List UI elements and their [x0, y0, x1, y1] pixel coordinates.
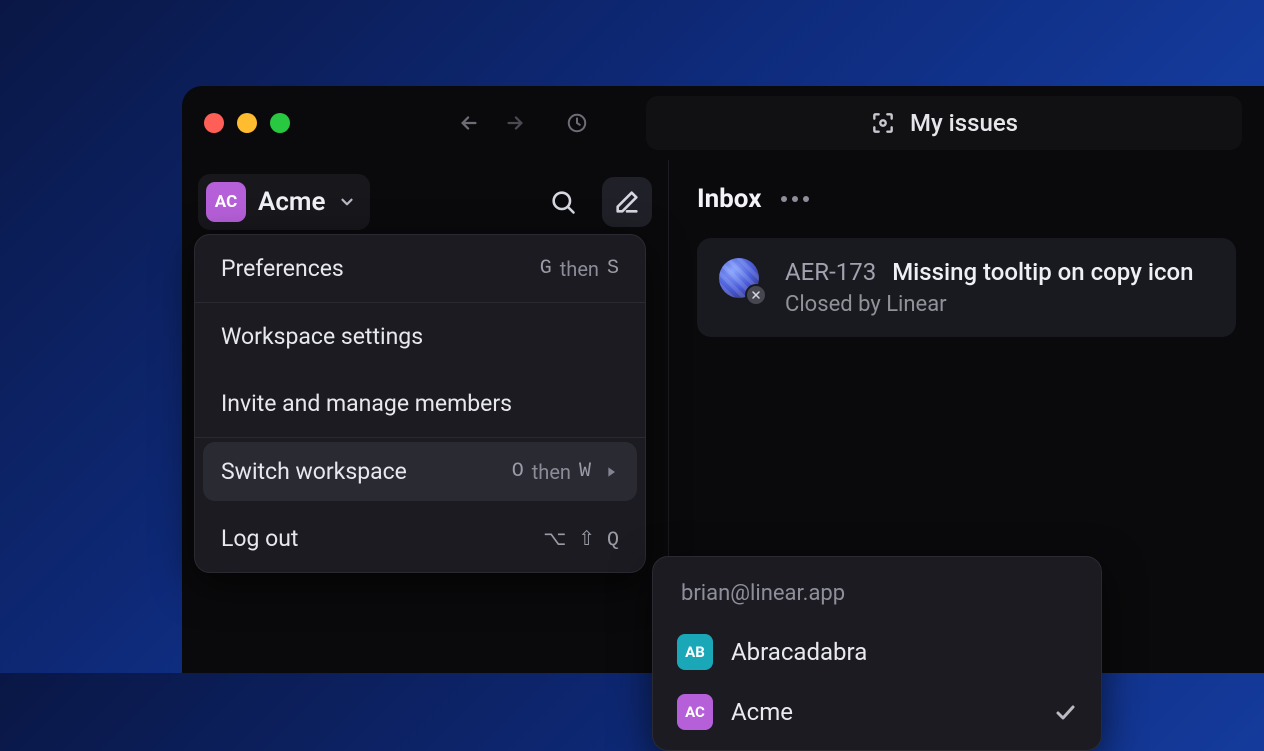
compose-button[interactable]: [602, 177, 652, 227]
workspace-option-label: Abracadabra: [731, 638, 867, 666]
app-window: My issues AC Acme Preferen: [182, 86, 1264, 673]
body: AC Acme Preferences G then: [182, 160, 1264, 673]
menu-item-workspace-settings[interactable]: Workspace settings: [195, 303, 645, 370]
workspace-option-acme[interactable]: AC Acme: [661, 682, 1093, 742]
check-icon: [1053, 700, 1077, 724]
closed-badge-icon: [745, 284, 767, 306]
workspace-dropdown: Preferences G then S Workspace settings …: [194, 234, 646, 573]
nav-forward-button[interactable]: [498, 106, 532, 140]
workspace-option-label: Acme: [731, 698, 793, 726]
menu-item-shortcut: G then S: [540, 257, 619, 281]
menu-item-shortcut: ⌥ ⇧ Q: [543, 526, 619, 552]
menu-item-shortcut: O then W: [512, 460, 591, 484]
issue-title: Missing tooltip on copy icon: [892, 258, 1193, 286]
menu-item-label: Workspace settings: [221, 323, 423, 350]
workspace-avatar: AB: [677, 634, 713, 670]
page-context-bar[interactable]: My issues: [646, 96, 1242, 150]
workspace-option-abracadabra[interactable]: AB Abracadabra: [661, 622, 1093, 682]
dots-icon: [781, 196, 787, 202]
account-email: brian@linear.app: [661, 577, 1093, 622]
issue-avatar: [719, 258, 763, 302]
workspace-avatar: AC: [206, 182, 246, 222]
compose-icon: [613, 188, 641, 216]
more-button[interactable]: [781, 196, 809, 202]
menu-item-label: Log out: [221, 525, 298, 552]
traffic-lights: [204, 113, 290, 133]
submenu-arrow-icon: [603, 464, 619, 480]
search-icon: [549, 188, 577, 216]
menu-item-label: Preferences: [221, 255, 344, 282]
minimize-window-icon[interactable]: [237, 113, 257, 133]
nav-back-button[interactable]: [452, 106, 486, 140]
menu-item-label: Switch workspace: [221, 458, 407, 485]
menu-item-switch-workspace[interactable]: Switch workspace O then W: [203, 442, 637, 501]
switch-workspace-submenu: brian@linear.app AB Abracadabra AC Acme: [652, 556, 1102, 751]
menu-item-log-out[interactable]: Log out ⌥ ⇧ Q: [195, 505, 645, 572]
zoom-window-icon[interactable]: [270, 113, 290, 133]
chevron-down-icon: [338, 193, 356, 211]
search-button[interactable]: [538, 177, 588, 227]
workspace-name: Acme: [258, 187, 326, 217]
menu-item-preferences[interactable]: Preferences G then S: [195, 235, 645, 303]
menu-item-label: Invite and manage members: [221, 390, 512, 417]
issue-id: AER-173: [785, 258, 876, 286]
inbox-item[interactable]: AER-173 Missing tooltip on copy icon Clo…: [697, 238, 1236, 337]
focus-icon: [870, 110, 896, 136]
menu-item-invite-members[interactable]: Invite and manage members: [195, 370, 645, 438]
issue-text: AER-173 Missing tooltip on copy icon Clo…: [785, 258, 1193, 317]
issue-status: Closed by Linear: [785, 292, 1193, 317]
page-title: My issues: [910, 109, 1018, 137]
titlebar: My issues: [182, 86, 1264, 160]
history-button[interactable]: [560, 106, 594, 140]
inbox-title: Inbox: [697, 184, 761, 214]
close-window-icon[interactable]: [204, 113, 224, 133]
workspace-switcher-button[interactable]: AC Acme: [198, 174, 370, 230]
sidebar: AC Acme Preferences G then: [182, 160, 668, 673]
workspace-avatar: AC: [677, 694, 713, 730]
